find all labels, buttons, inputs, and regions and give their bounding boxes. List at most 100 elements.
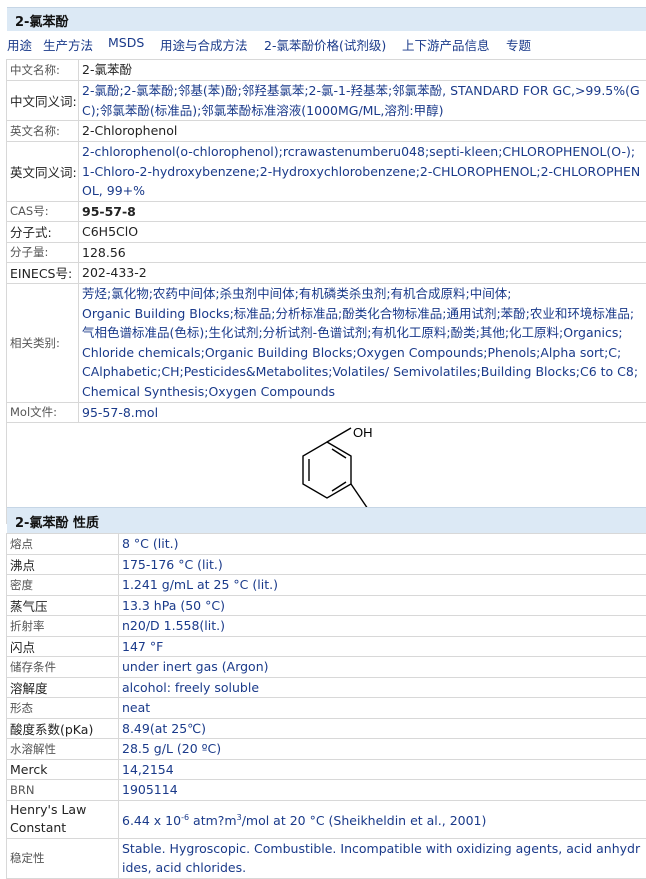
property-label: 密度 — [7, 575, 119, 596]
en-syn-label: 英文同义词: — [7, 142, 79, 202]
row-categories: 相关类别: 芳烃;氯化物;农药中间体;杀虫剂中间体;有机磷类杀虫剂;有机合成原料… — [7, 283, 646, 402]
property-row: 闪点147 °F — [7, 636, 646, 657]
nav-link-msds[interactable]: MSDS — [108, 35, 144, 50]
property-label: 折射率 — [7, 616, 119, 637]
property-label: 蒸气压 — [7, 595, 119, 616]
row-henry: Henry's Law Constant 6.44 x 10-6 atm?m3/… — [7, 800, 646, 838]
nav-bar: 用途 生产方法 MSDS 用途与合成方法 2-氯苯酚价格(试剂级) 上下游产品信… — [7, 33, 646, 53]
property-value: under inert gas (Argon) — [119, 657, 646, 678]
mw-label: 分子量: — [7, 242, 79, 263]
basic-info-table: 中文名称: 2-氯苯酚 中文同义词: 2-氯酚;2-氯苯酚;邻基(苯)酚;邻羟基… — [6, 59, 646, 524]
property-row: 酸度系数(pKa)8.49(at 25℃) — [7, 718, 646, 739]
property-value: 147 °F — [119, 636, 646, 657]
property-row: 溶解度alcohol: freely soluble — [7, 677, 646, 698]
cn-name-value: 2-氯苯酚 — [79, 60, 646, 81]
einecs-label: EINECS号: — [7, 263, 79, 284]
property-label: 酸度系数(pKa) — [7, 718, 119, 739]
row-mol: Mol文件: 95-57-8.mol — [7, 402, 646, 423]
henry-exponent: -6 — [181, 813, 189, 822]
property-row: 沸点175-176 °C (lit.) — [7, 554, 646, 575]
property-row: 水溶解性28.5 g/L (20 ºC) — [7, 739, 646, 760]
categories-label: 相关类别: — [7, 283, 79, 402]
henry-value: 6.44 x 10-6 atm?m3/mol at 20 °C (Sheikhe… — [119, 800, 646, 838]
double-bond — [332, 482, 346, 491]
en-name-label: 英文名称: — [7, 121, 79, 142]
cn-syn-value[interactable]: 2-氯酚;2-氯苯酚;邻基(苯)酚;邻羟基氯苯;2-氯-1-羟基苯;邻氯苯酚, … — [79, 81, 646, 121]
property-row: BRN1905114 — [7, 780, 646, 801]
bond-to-oh — [327, 428, 351, 442]
category-line[interactable]: Chloride chemicals;Organic Building Bloc… — [82, 343, 643, 363]
row-cas: CAS号: 95-57-8 — [7, 201, 646, 222]
property-value: 8.49(at 25℃) — [119, 718, 646, 739]
en-name-value: 2-Chlorophenol — [79, 121, 646, 142]
property-value: n20/D 1.558(lit.) — [119, 616, 646, 637]
cas-label: CAS号: — [7, 201, 79, 222]
property-row: 储存条件under inert gas (Argon) — [7, 657, 646, 678]
formula-label: 分子式: — [7, 222, 79, 243]
row-cn-name: 中文名称: 2-氯苯酚 — [7, 60, 646, 81]
row-stability: 稳定性 Stable. Hygroscopic. Combustible. In… — [7, 838, 646, 878]
cas-value: 95-57-8 — [79, 201, 646, 222]
properties-header: 2-氯苯酚 性质 — [7, 507, 646, 533]
property-value: 8 °C (lit.) — [119, 534, 646, 555]
property-value: alcohol: freely soluble — [119, 677, 646, 698]
category-line[interactable]: 气相色谱标准品(色标);生化试剂;分析试剂-色谱试剂;有机化工原料;酚类;其他;… — [82, 323, 643, 343]
property-value: 175-176 °C (lit.) — [119, 554, 646, 575]
category-line[interactable]: Organic Building Blocks;标准品;分析标准品;酚类化合物标… — [82, 304, 643, 324]
nav-link-synthesis[interactable]: 用途与合成方法 — [160, 35, 248, 54]
property-label: 形态 — [7, 698, 119, 719]
properties-table: 熔点8 °C (lit.)沸点175-176 °C (lit.)密度1.241 … — [6, 533, 646, 879]
category-line[interactable]: Chemical Synthesis;Oxygen Compounds — [82, 382, 643, 402]
property-label: 储存条件 — [7, 657, 119, 678]
mol-label: Mol文件: — [7, 402, 79, 423]
page-title: 2-氯苯酚 — [15, 11, 68, 30]
henry-source: /mol at 20 °C (Sheikheldin et al., 2001) — [242, 813, 487, 828]
property-row: 熔点8 °C (lit.) — [7, 534, 646, 555]
property-row: 折射率n20/D 1.558(lit.) — [7, 616, 646, 637]
property-value: 14,2154 — [119, 759, 646, 780]
oh-label: OH — [353, 425, 373, 440]
benzene-ring — [303, 442, 351, 498]
row-formula: 分子式: C6H5ClO — [7, 222, 646, 243]
title-bar: 2-氯苯酚 — [7, 7, 646, 31]
nav-link-production[interactable]: 生产方法 — [43, 35, 93, 54]
cn-syn-label: 中文同义词: — [7, 81, 79, 121]
property-value: 13.3 hPa (50 °C) — [119, 595, 646, 616]
property-label: 沸点 — [7, 554, 119, 575]
mol-file-link[interactable]: 95-57-8.mol — [79, 402, 646, 423]
row-en-name: 英文名称: 2-Chlorophenol — [7, 121, 646, 142]
properties-title: 2-氯苯酚 性质 — [15, 512, 99, 531]
en-syn-value[interactable]: 2-chlorophenol(o-chlorophenol);rcrawaste… — [79, 142, 646, 202]
stability-value: Stable. Hygroscopic. Combustible. Incomp… — [119, 838, 646, 878]
row-cn-synonyms: 中文同义词: 2-氯酚;2-氯苯酚;邻基(苯)酚;邻羟基氯苯;2-氯-1-羟基苯… — [7, 81, 646, 121]
property-label: Merck — [7, 759, 119, 780]
row-einecs: EINECS号: 202-433-2 — [7, 263, 646, 284]
nav-link-usage[interactable]: 用途 — [7, 35, 32, 54]
row-en-synonyms: 英文同义词: 2-chlorophenol(o-chlorophenol);rc… — [7, 142, 646, 202]
nav-link-price[interactable]: 2-氯苯酚价格(试剂级) — [264, 35, 386, 54]
category-line[interactable]: 芳烃;氯化物;农药中间体;杀虫剂中间体;有机磷类杀虫剂;有机合成原料;中间体; — [82, 284, 643, 304]
property-row: 形态neat — [7, 698, 646, 719]
property-row: Merck14,2154 — [7, 759, 646, 780]
property-value: neat — [119, 698, 646, 719]
property-row: 密度1.241 g/mL at 25 °C (lit.) — [7, 575, 646, 596]
henry-value-main: 6.44 x 10 — [122, 813, 181, 828]
property-label: 闪点 — [7, 636, 119, 657]
nav-link-topic[interactable]: 专题 — [506, 35, 531, 54]
property-row: 蒸气压13.3 hPa (50 °C) — [7, 595, 646, 616]
formula-value: C6H5ClO — [79, 222, 646, 243]
property-value: 28.5 g/L (20 ºC) — [119, 739, 646, 760]
nav-link-supply-chain[interactable]: 上下游产品信息 — [402, 35, 490, 54]
henry-unit: atm?m — [189, 813, 237, 828]
henry-label: Henry's Law Constant — [7, 800, 119, 838]
double-bond — [332, 449, 346, 458]
property-value: 1.241 g/mL at 25 °C (lit.) — [119, 575, 646, 596]
category-line[interactable]: CAlphabetic;CH;Pesticides&Metabolites;Vo… — [82, 362, 643, 382]
stability-label: 稳定性 — [7, 838, 119, 878]
categories-value[interactable]: 芳烃;氯化物;农药中间体;杀虫剂中间体;有机磷类杀虫剂;有机合成原料;中间体; … — [79, 283, 646, 402]
property-value: 1905114 — [119, 780, 646, 801]
property-label: 水溶解性 — [7, 739, 119, 760]
cn-name-label: 中文名称: — [7, 60, 79, 81]
mw-value: 128.56 — [79, 242, 646, 263]
row-mw: 分子量: 128.56 — [7, 242, 646, 263]
